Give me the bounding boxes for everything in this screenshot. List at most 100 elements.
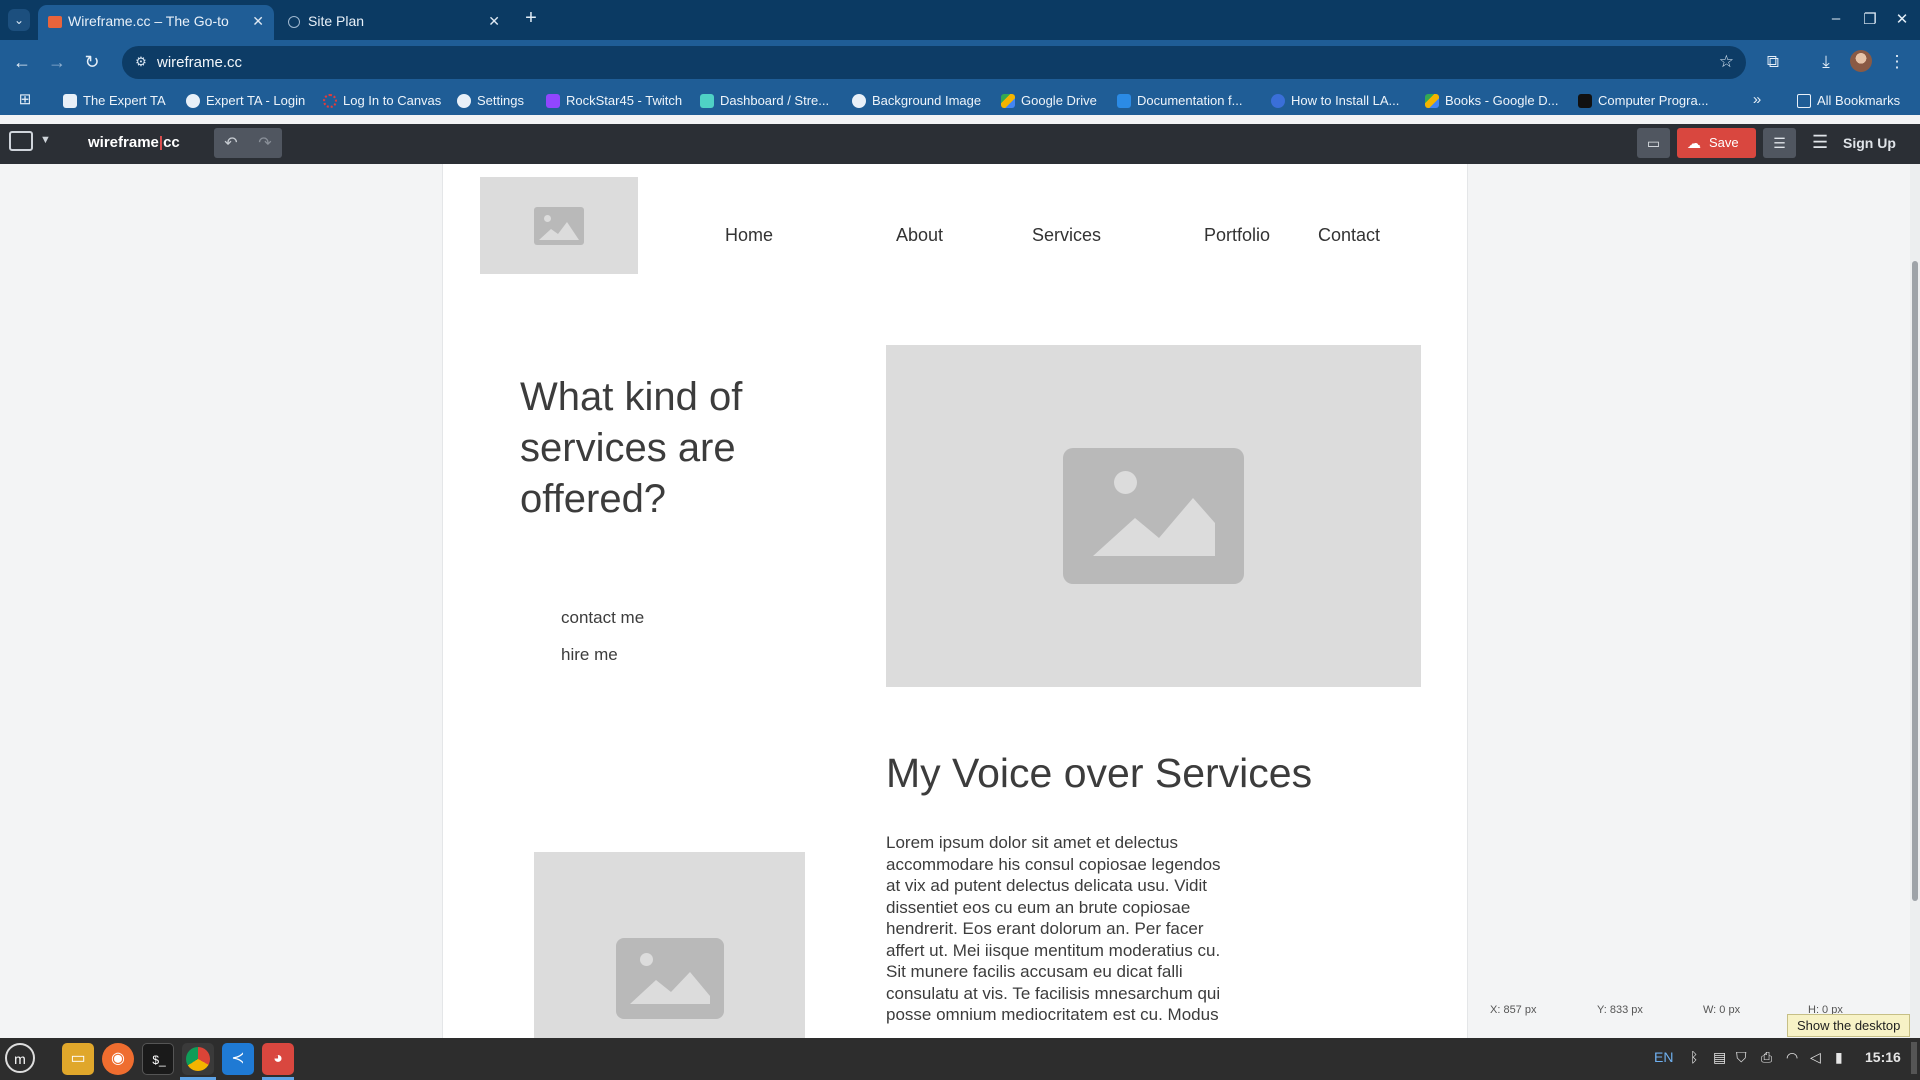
close-window-icon[interactable]: ✕ [1892, 10, 1912, 28]
section-image-placeholder[interactable] [534, 852, 805, 1038]
wireframe-favicon-icon [48, 16, 62, 28]
nav-about[interactable]: About [896, 225, 943, 246]
width-readout: W: 0 px [1703, 1004, 1741, 1016]
logo-image-placeholder[interactable] [480, 177, 638, 274]
reload-icon[interactable]: ↻ [80, 50, 104, 74]
site-info-icon[interactable]: ⚙ [132, 54, 150, 72]
bookmark-item[interactable]: Settings [457, 91, 524, 111]
bookmarks-bar: ⊞ The Expert TA Expert TA - Login Log In… [0, 85, 1920, 115]
back-icon[interactable]: ← [10, 50, 34, 74]
hero-image-placeholder[interactable] [886, 345, 1421, 687]
section-title[interactable]: My Voice over Services [886, 750, 1312, 797]
bookmark-label: Expert TA - Login [206, 93, 306, 108]
bookmark-item[interactable]: Books - Google D... [1425, 91, 1558, 111]
settings-button[interactable]: ☰ [1763, 128, 1796, 158]
undo-icon[interactable]: ↶ [216, 133, 246, 153]
bookmark-item[interactable]: Google Drive [1001, 91, 1097, 111]
wifi-icon[interactable]: ◠ [1786, 1049, 1798, 1066]
firefox-app[interactable]: ◉ [102, 1043, 134, 1075]
battery-icon[interactable]: ▮ [1835, 1049, 1843, 1066]
shield-icon[interactable]: ⛉ [1736, 1049, 1747, 1066]
tab-title: Site Plan [308, 13, 365, 29]
bookmark-label: Log In to Canvas [343, 93, 442, 108]
start-menu-button[interactable]: m [5, 1043, 35, 1073]
terminal-app[interactable]: $_ [142, 1043, 174, 1075]
extensions-icon[interactable]: ⧉ [1762, 51, 1784, 73]
bookmark-item[interactable]: Log In to Canvas [323, 91, 441, 111]
bookmark-label: The Expert TA [83, 93, 166, 108]
apps-grid-icon[interactable]: ⊞ [14, 89, 36, 111]
profile-avatar[interactable] [1850, 50, 1872, 72]
keyboard-layout[interactable]: EN [1654, 1049, 1673, 1065]
nav-portfolio[interactable]: Portfolio [1204, 225, 1270, 246]
hire-me-link[interactable]: hire me [561, 645, 618, 665]
section-body-text[interactable]: Lorem ipsum dolor sit amet et delectus a… [886, 832, 1231, 1026]
contact-me-link[interactable]: contact me [561, 608, 644, 628]
forward-icon[interactable]: → [45, 50, 69, 74]
bookmark-item[interactable]: Documentation f... [1117, 91, 1243, 111]
bookmark-item[interactable]: Background Image [852, 91, 981, 111]
files-app[interactable]: ▭ [62, 1043, 94, 1075]
bookmark-item[interactable]: Dashboard / Stre... [700, 91, 829, 111]
tab-search-button[interactable]: ⌄ [8, 9, 30, 31]
bookmark-item[interactable]: Expert TA - Login [186, 91, 305, 111]
hero-title[interactable]: What kind of services are offered? [520, 372, 820, 525]
frame-type-icon[interactable] [9, 131, 33, 151]
download-icon[interactable]: ⤓ [1815, 51, 1837, 73]
new-tab-button[interactable]: + [520, 8, 542, 30]
clipboard-icon[interactable]: ▤ [1713, 1049, 1726, 1066]
volume-icon[interactable]: ◁ [1810, 1049, 1821, 1066]
bookmark-label: Background Image [872, 93, 982, 108]
close-tab-icon[interactable]: ✕ [488, 5, 500, 38]
tab-wireframe[interactable]: Wireframe.cc – The Go-to Fr ✕ [38, 5, 274, 40]
bookmark-item[interactable]: The Expert TA [63, 91, 166, 111]
vscode-icon [1117, 94, 1131, 108]
hamburger-menu-icon[interactable]: ☰ [1812, 132, 1828, 153]
address-bar[interactable]: ⚙ wireframe.cc ☆ [122, 46, 1746, 79]
bookmark-item[interactable]: Computer Progra... [1578, 91, 1709, 111]
canvas-scrollbar[interactable] [1910, 164, 1920, 1038]
scrollbar-thumb[interactable] [1912, 261, 1918, 901]
bookmark-item[interactable]: How to Install LA... [1271, 91, 1399, 111]
bookmark-favicon-icon [1271, 94, 1285, 108]
logo-text-right: cc [163, 134, 180, 151]
minimize-icon[interactable]: – [1826, 10, 1846, 27]
show-desktop-tooltip: Show the desktop [1787, 1014, 1911, 1037]
wireframe-canvas[interactable]: Home About Services Portfolio Contact Wh… [0, 164, 1920, 1038]
bookmark-favicon-icon [186, 94, 200, 108]
clock[interactable]: 15:16 [1865, 1049, 1901, 1065]
nav-home[interactable]: Home [725, 225, 773, 246]
url-text[interactable]: wireframe.cc [157, 54, 242, 71]
wireframe-page[interactable]: Home About Services Portfolio Contact Wh… [442, 164, 1468, 1038]
tab-site-plan[interactable]: Site Plan ✕ [278, 5, 510, 40]
printer-icon[interactable]: ⎙ [1761, 1049, 1772, 1066]
more-bookmarks-icon[interactable]: » [1746, 89, 1768, 111]
bluetooth-icon[interactable]: ᛒ [1690, 1049, 1698, 1065]
wireframe-logo[interactable]: wireframe|cc [88, 134, 180, 151]
redo-icon[interactable]: ↷ [250, 133, 280, 153]
comment-button[interactable]: ▭ [1637, 128, 1670, 158]
game-app[interactable]: ◕ [262, 1043, 294, 1075]
close-tab-icon[interactable]: ✕ [252, 5, 264, 38]
bookmark-favicon-icon [323, 94, 337, 108]
save-label: Save [1709, 135, 1739, 150]
bookmark-label: Google Drive [1021, 93, 1097, 108]
bookmark-favicon-icon [1578, 94, 1592, 108]
save-button[interactable]: ☁ Save [1677, 128, 1756, 158]
nav-services[interactable]: Services [1032, 225, 1101, 246]
bookmark-label: Settings [477, 93, 524, 108]
bookmark-favicon-icon [700, 94, 714, 108]
bookmark-item[interactable]: RockStar45 - Twitch [546, 91, 682, 111]
image-icon [616, 938, 724, 1019]
vscode-app[interactable]: ≺ [222, 1043, 254, 1075]
chrome-app[interactable] [182, 1043, 214, 1075]
chevron-down-icon[interactable]: ▼ [40, 134, 51, 146]
show-desktop-button[interactable] [1911, 1042, 1917, 1074]
nav-contact[interactable]: Contact [1318, 225, 1380, 246]
image-icon-mountain [630, 972, 710, 1004]
restore-icon[interactable]: ❐ [1860, 10, 1880, 28]
all-bookmarks-folder[interactable]: All Bookmarks [1797, 91, 1900, 111]
bookmark-star-icon[interactable]: ☆ [1719, 52, 1734, 72]
sign-up-link[interactable]: Sign Up [1843, 135, 1896, 151]
more-menu-icon[interactable]: ⋮ [1886, 51, 1908, 73]
